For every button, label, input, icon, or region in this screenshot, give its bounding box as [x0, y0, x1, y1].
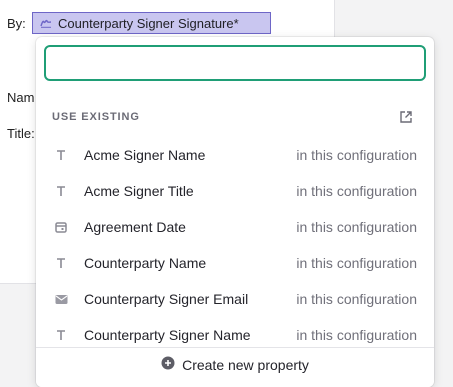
option-label: Counterparty Name — [84, 255, 207, 271]
email-icon — [54, 292, 68, 306]
external-link-icon[interactable] — [397, 108, 415, 126]
option-scope: in this configuration — [296, 327, 417, 343]
name-label: Nam — [7, 90, 35, 105]
option-scope: in this configuration — [296, 183, 417, 199]
calendar-icon — [54, 220, 68, 234]
option-label: Counterparty Signer Name — [84, 327, 251, 343]
search-input[interactable] — [44, 45, 426, 81]
property-dropdown: USE EXISTING Acme Signer Name in this co… — [36, 37, 434, 387]
signature-field-label: Counterparty Signer Signature* — [58, 15, 239, 31]
option-label: Acme Signer Name — [84, 147, 206, 163]
title-label: Title: — [7, 126, 35, 141]
option-label: Counterparty Signer Email — [84, 291, 249, 307]
list-item[interactable]: Counterparty Signer Name in this configu… — [36, 317, 434, 345]
section-header: USE EXISTING — [52, 111, 140, 123]
create-new-property-label: Create new property — [182, 356, 309, 373]
option-scope: in this configuration — [296, 291, 417, 307]
list-item[interactable]: Counterparty Signer Email in this config… — [36, 281, 434, 317]
plus-circle-icon — [161, 356, 175, 373]
by-label: By: — [7, 16, 26, 31]
signature-icon — [40, 16, 52, 31]
signature-field-chip[interactable]: Counterparty Signer Signature* — [32, 12, 271, 34]
option-label: Acme Signer Title — [84, 183, 194, 199]
text-type-icon — [54, 328, 68, 342]
list-item[interactable]: Agreement Date in this configuration — [36, 209, 434, 245]
option-scope: in this configuration — [296, 219, 417, 235]
list-item[interactable]: Acme Signer Title in this configuration — [36, 173, 434, 209]
option-scope: in this configuration — [296, 255, 417, 271]
options-list: Acme Signer Name in this configuration A… — [36, 137, 434, 345]
option-label: Agreement Date — [84, 219, 186, 235]
text-type-icon — [54, 184, 68, 198]
option-scope: in this configuration — [296, 147, 417, 163]
text-type-icon — [54, 256, 68, 270]
create-new-property-button[interactable]: Create new property — [161, 356, 309, 373]
list-item[interactable]: Acme Signer Name in this configuration — [36, 137, 434, 173]
text-type-icon — [54, 148, 68, 162]
dropdown-footer: Create new property — [36, 347, 434, 387]
list-item[interactable]: Counterparty Name in this configuration — [36, 245, 434, 281]
